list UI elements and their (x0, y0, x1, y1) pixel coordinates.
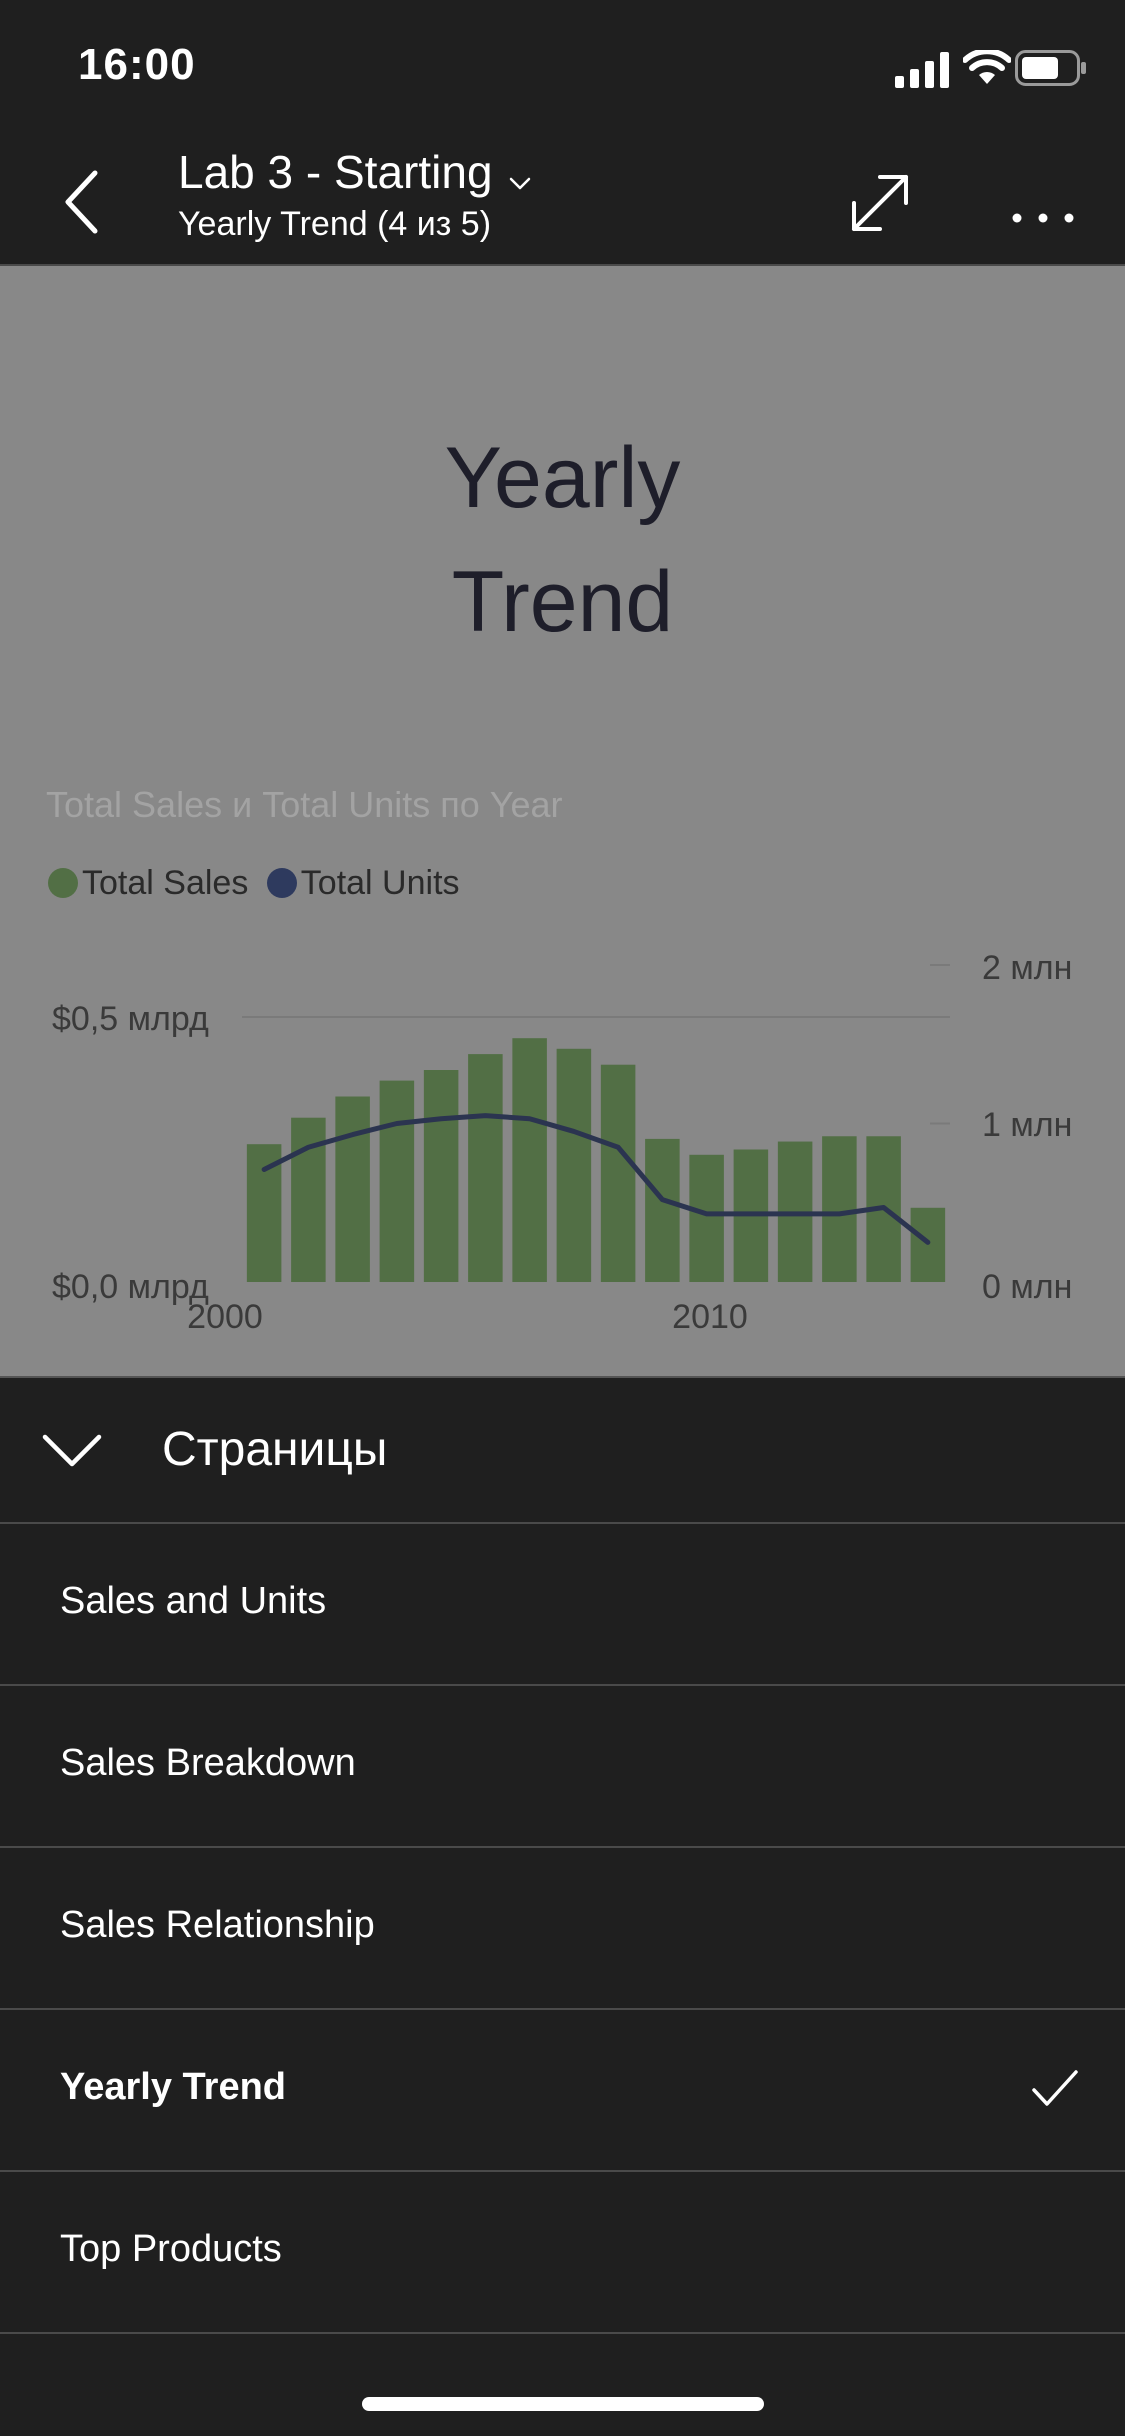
expand-icon (852, 175, 908, 231)
page-item-top-products[interactable]: Top Products (0, 2172, 1125, 2334)
page-item-label: Sales Breakdown (60, 1742, 356, 1784)
page-item-label: Sales Relationship (60, 1904, 375, 1946)
more-options-button[interactable] (1000, 163, 1090, 243)
bar-total-sales-2009[interactable] (645, 1138, 680, 1282)
pages-header[interactable]: Страницы (0, 1378, 1125, 1524)
bar-total-sales-2003[interactable] (379, 1080, 415, 1282)
back-button[interactable] (40, 157, 130, 247)
bar-total-sales-2005[interactable] (468, 1054, 503, 1282)
nav-bar: Lab 3 - Starting Yearly Trend (4 из 5) (0, 135, 1125, 266)
report-title-selector[interactable]: Lab 3 - Starting Yearly Trend (4 из 5) (178, 145, 778, 244)
y-right-tick-label-bottom: 0 млн (982, 1268, 1072, 1306)
bar-total-sales-2015[interactable] (910, 1207, 946, 1282)
status-time: 16:00 (78, 40, 196, 89)
bar-total-sales-2002[interactable] (335, 1096, 370, 1283)
page-item-label: Yearly Trend (60, 2066, 287, 2108)
page-item-sales-relationship[interactable]: Sales Relationship (0, 1848, 1125, 2010)
bar-total-sales-2004[interactable] (423, 1070, 459, 1282)
y-right-tick-label-middle: 1 млн (982, 1106, 1072, 1144)
pages-header-label: Страницы (162, 1423, 388, 1476)
y-right-tick-label-top: 2 млн (982, 949, 1072, 987)
home-indicator (362, 2397, 764, 2411)
status-bar: 16:00 (0, 0, 1125, 135)
status-icons (885, 46, 1086, 90)
page-item-sales-breakdown[interactable]: Sales Breakdown (0, 1686, 1125, 1848)
page-item-sales-and-units[interactable]: Sales and Units (0, 1524, 1125, 1686)
checkmark-icon (1032, 2070, 1078, 2106)
page-item-yearly-trend[interactable]: Yearly Trend (0, 2010, 1125, 2172)
report-canvas: Yearly Trend Total Sales и Total Units п… (0, 266, 1125, 1376)
chevron-left-icon (65, 170, 98, 234)
chevron-down-icon (509, 177, 531, 190)
battery-icon (1015, 50, 1086, 86)
wifi-icon (963, 50, 1011, 84)
bar-total-sales-2010[interactable] (689, 1154, 724, 1282)
bar-total-sales-2013[interactable] (822, 1136, 857, 1282)
app-window: 16:00 Lab 3 - Starting Yearly Trend (4 и… (0, 0, 1125, 2436)
expand-button[interactable] (840, 163, 920, 243)
y-left-tick-label-bottom: $0,0 млрд (52, 1268, 209, 1306)
page-list: Sales and Units Sales Breakdown Sales Re… (0, 1524, 1125, 2334)
report-title: Lab 3 - Starting (178, 146, 493, 198)
page-item-label: Sales and Units (60, 1580, 327, 1622)
combo-chart[interactable]: $0,5 млрд $0,0 млрд 2 млн 1 млн 0 млн 20… (0, 266, 1125, 1376)
x-tick-label-2010: 2010 (672, 1298, 748, 1336)
chevron-down-icon (42, 1434, 102, 1467)
bar-total-sales-2006[interactable] (512, 1038, 547, 1282)
bar-total-sales-2007[interactable] (556, 1048, 592, 1282)
more-horizontal-icon (1012, 213, 1074, 223)
page-item-label: Top Products (60, 2228, 282, 2270)
signal-icon (895, 52, 949, 88)
report-subtitle: Yearly Trend (4 из 5) (178, 205, 492, 243)
x-tick-label-2000: 2000 (187, 1298, 263, 1336)
pages-panel: Страницы Sales and Units Sales Breakdown… (0, 1376, 1125, 2436)
y-left-tick-label-top: $0,5 млрд (52, 1000, 209, 1038)
bar-total-sales-2008[interactable] (600, 1064, 636, 1282)
